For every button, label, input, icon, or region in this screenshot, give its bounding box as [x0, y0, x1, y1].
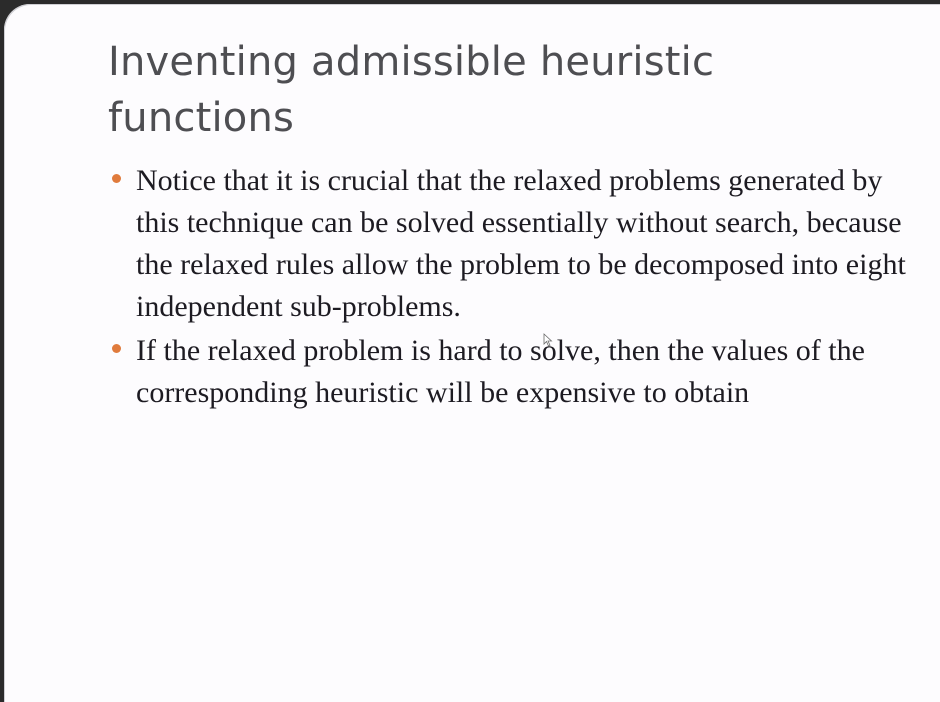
- slide: Inventing admissible heuristic functions…: [4, 4, 940, 702]
- bullet-list: Notice that it is crucial that the relax…: [104, 160, 924, 416]
- slide-title: Inventing admissible heuristic functions: [108, 39, 715, 141]
- round-bullet-icon: [112, 174, 121, 183]
- presentation-viewer: Inventing admissible heuristic functions…: [0, 0, 940, 702]
- bullet-item: Notice that it is crucial that the relax…: [104, 160, 924, 328]
- bullet-text: If the relaxed problem is hard to solve,…: [136, 334, 865, 409]
- round-bullet-icon: [112, 344, 121, 353]
- mouse-pointer-icon: [543, 333, 553, 347]
- bullet-item: If the relaxed problem is hard to solve,…: [104, 330, 924, 414]
- bullet-text: Notice that it is crucial that the relax…: [136, 164, 906, 323]
